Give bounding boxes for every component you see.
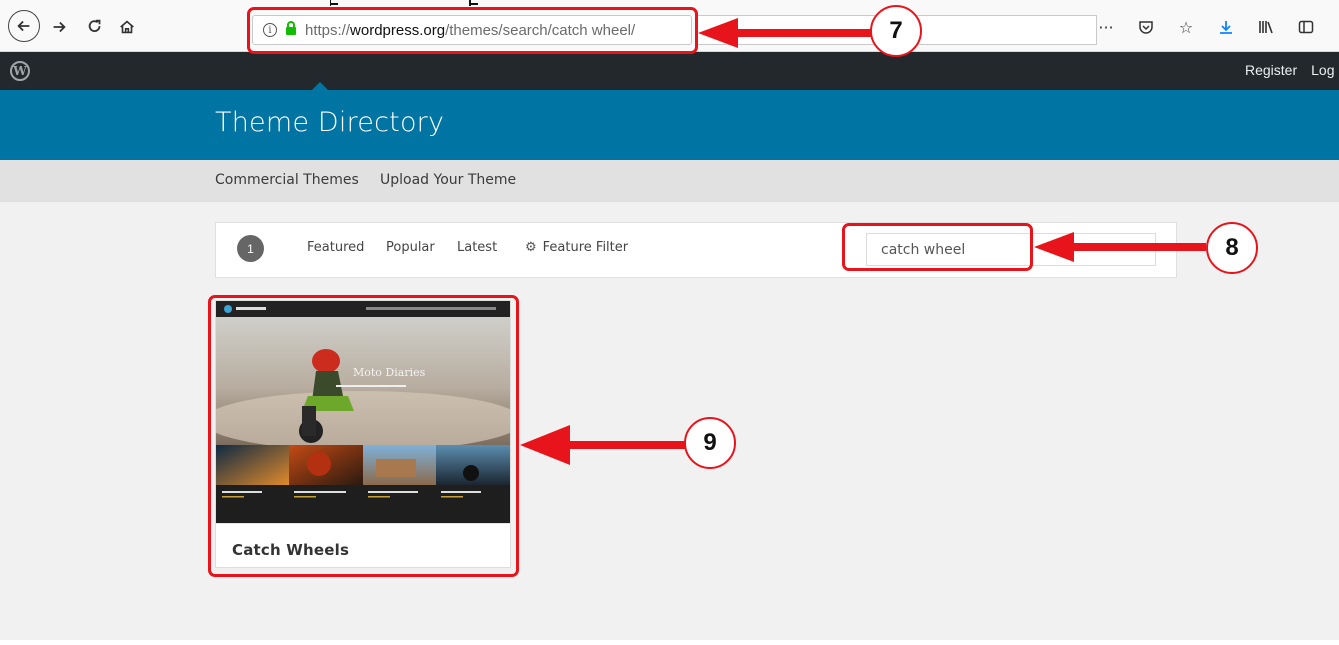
wp-account-links: Register Log [1245,62,1335,78]
tab-popular[interactable]: Popular [386,240,435,255]
reload-icon [88,19,101,32]
sub-navigation: Commercial Themes Upload Your Theme [0,160,1339,202]
annotation-arrow-9 [520,425,685,465]
home-button[interactable] [112,12,142,42]
annotation-box-theme [208,295,519,577]
reload-button[interactable] [80,12,110,42]
toolbar-icons: ··· ☆ [1096,17,1339,37]
sidebar-icon[interactable] [1296,17,1316,37]
upload-theme-link[interactable]: Upload Your Theme [380,172,516,188]
forward-button[interactable] [44,12,74,42]
feature-filter-label: Feature Filter [542,240,629,255]
annotation-step-8: 8 [1206,222,1258,274]
screen: i https://wordpress.org/themes/search/ca… [0,0,1339,645]
gear-icon: ⚙ [525,240,537,255]
register-link[interactable]: Register [1245,62,1297,78]
bookmark-star-icon[interactable]: ☆ [1176,17,1196,37]
annotation-arrow-7 [698,18,873,48]
tab-latest[interactable]: Latest [457,240,497,255]
download-icon[interactable] [1216,17,1236,37]
annotation-step-9: 9 [684,417,736,469]
arrow-right-icon [53,21,66,33]
page-title[interactable]: Theme Directory [215,107,444,138]
feature-filter-button[interactable]: ⚙ Feature Filter [525,240,628,255]
wp-admin-bar: W Register Log [0,52,1339,90]
annotation-step-7: 7 [870,5,922,57]
annotation-arrow-8 [1034,232,1206,262]
back-button[interactable] [8,10,40,42]
theme-count-badge: 1 [237,235,264,262]
annotation-box-url [247,7,698,54]
page-header: Theme Directory [0,90,1339,160]
wordpress-logo-icon[interactable]: W [10,61,30,81]
pocket-icon[interactable] [1136,17,1156,37]
header-notch [312,82,328,90]
commercial-themes-link[interactable]: Commercial Themes [215,172,359,188]
annotation-fragment [330,0,478,6]
library-icon[interactable] [1256,17,1276,37]
more-icon[interactable]: ··· [1096,17,1116,37]
arrow-left-icon [17,20,30,32]
home-icon [120,20,134,34]
annotation-box-search [842,223,1033,271]
tab-featured[interactable]: Featured [307,240,364,255]
login-link[interactable]: Log [1311,62,1334,78]
